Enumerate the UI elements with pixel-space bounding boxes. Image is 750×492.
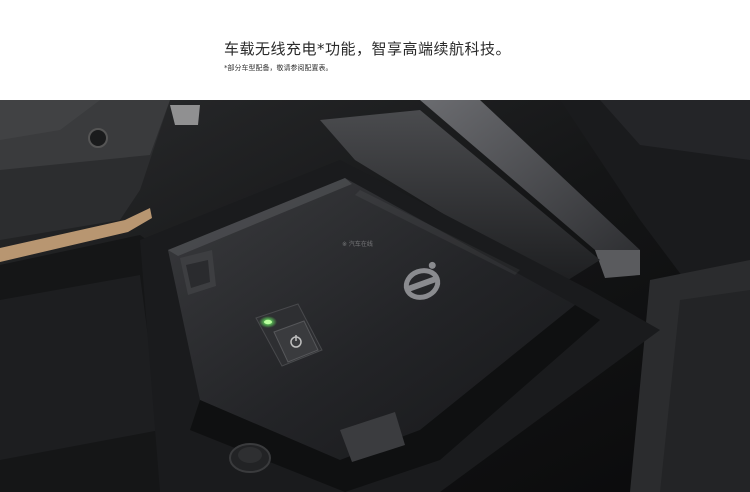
console-knob: [229, 443, 271, 473]
footnote-text: *部分车型配备，敬请参阅配置表。: [224, 64, 333, 72]
charging-tray-illustration: [0, 100, 750, 492]
product-photo: ※ 汽车在线: [0, 100, 750, 492]
header-banner: 车载无线充电*功能，智享高端续航科技。 *部分车型配备，敬请参阅配置表。: [0, 0, 750, 100]
photo-watermark: ※ 汽车在线: [342, 241, 373, 248]
headline-text: 车载无线充电*功能，智享高端续航科技。: [224, 40, 512, 58]
